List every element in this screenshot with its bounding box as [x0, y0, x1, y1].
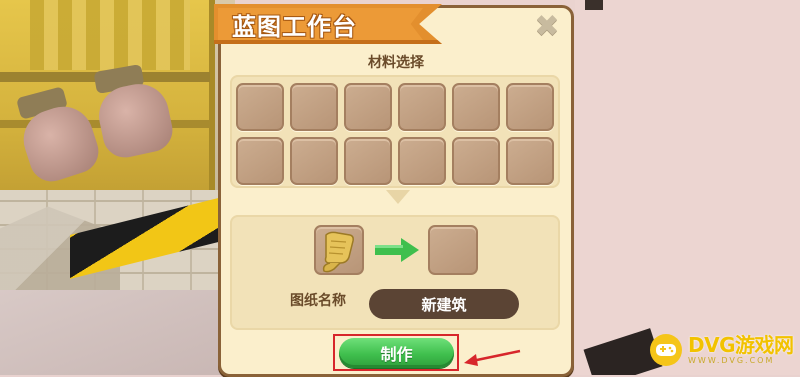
material-slot[interactable] [452, 137, 500, 185]
material-slot[interactable] [506, 83, 554, 131]
material-slot[interactable] [290, 83, 338, 131]
material-slot[interactable] [398, 137, 446, 185]
material-slot[interactable] [398, 83, 446, 131]
watermark-main: DVG游戏网 [688, 333, 794, 357]
site-watermark: DVG游戏网 WWW.DVG.COM [650, 333, 794, 367]
make-button[interactable]: 制作 [339, 338, 454, 368]
right-scene [575, 0, 800, 375]
gamepad-icon [650, 334, 682, 366]
material-slot[interactable] [344, 83, 392, 131]
close-button[interactable]: ✖ [530, 10, 564, 44]
gold-structure-top [30, 0, 190, 70]
red-pointer-arrow-icon [464, 349, 521, 366]
dark-block [585, 0, 603, 10]
materials-label: 材料选择 [368, 55, 424, 71]
material-slot[interactable] [236, 83, 284, 131]
blueprint-scroll-icon [322, 231, 354, 273]
material-slot[interactable] [452, 83, 500, 131]
material-slot[interactable] [236, 137, 284, 185]
material-slot[interactable] [344, 137, 392, 185]
blueprint-name-field[interactable]: 新建筑 [369, 289, 519, 319]
material-slot[interactable] [506, 137, 554, 185]
result-slot[interactable] [428, 225, 478, 275]
window-title: 蓝图工作台 [232, 13, 357, 41]
floor [0, 290, 230, 375]
materials-grid [236, 83, 554, 185]
blueprint-slot[interactable] [314, 225, 364, 275]
down-arrow-icon [386, 190, 410, 204]
blueprint-name-label: 图纸名称 [290, 293, 346, 309]
arrow-right-icon [375, 238, 419, 262]
watermark-text: DVG游戏网 WWW.DVG.COM [688, 335, 794, 365]
watermark-sub: WWW.DVG.COM [688, 356, 775, 365]
close-icon: ✖ [534, 9, 560, 44]
material-slot[interactable] [290, 137, 338, 185]
